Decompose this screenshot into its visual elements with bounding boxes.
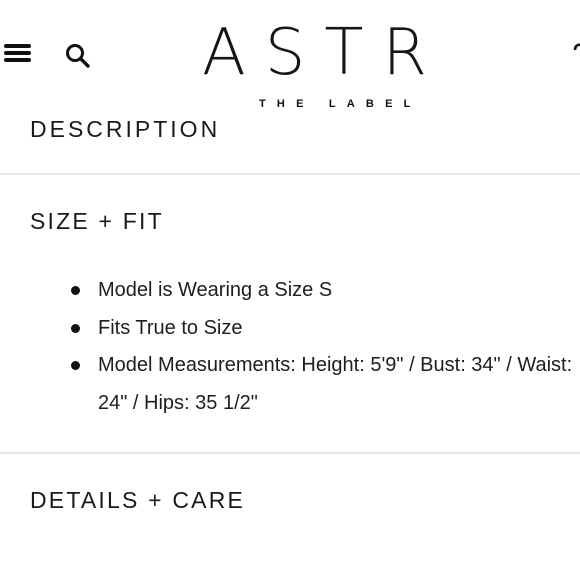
logo-tagline: THE LABEL: [259, 98, 422, 110]
logo-wordmark: ASTR: [202, 16, 446, 90]
site-header: ASTR THE LABEL: [0, 0, 580, 120]
list-item: Fits True to Size: [68, 310, 578, 348]
description-title[interactable]: DESCRIPTION: [30, 116, 220, 143]
search-icon[interactable]: [64, 42, 92, 70]
hamburger-menu-icon[interactable]: [4, 42, 32, 64]
size-fit-list: Model is Wearing a Size S Fits True to S…: [68, 272, 578, 422]
size-fit-title[interactable]: SIZE + FIT: [30, 208, 164, 235]
brand-logo[interactable]: ASTR THE LABEL: [180, 12, 480, 116]
list-item: Model Measurements: Height: 5'9" / Bust:…: [68, 347, 578, 422]
bag-icon[interactable]: [572, 40, 580, 62]
list-item: Model is Wearing a Size S: [68, 272, 578, 310]
details-care-title[interactable]: DETAILS + CARE: [30, 487, 245, 514]
section-divider: [0, 452, 580, 454]
